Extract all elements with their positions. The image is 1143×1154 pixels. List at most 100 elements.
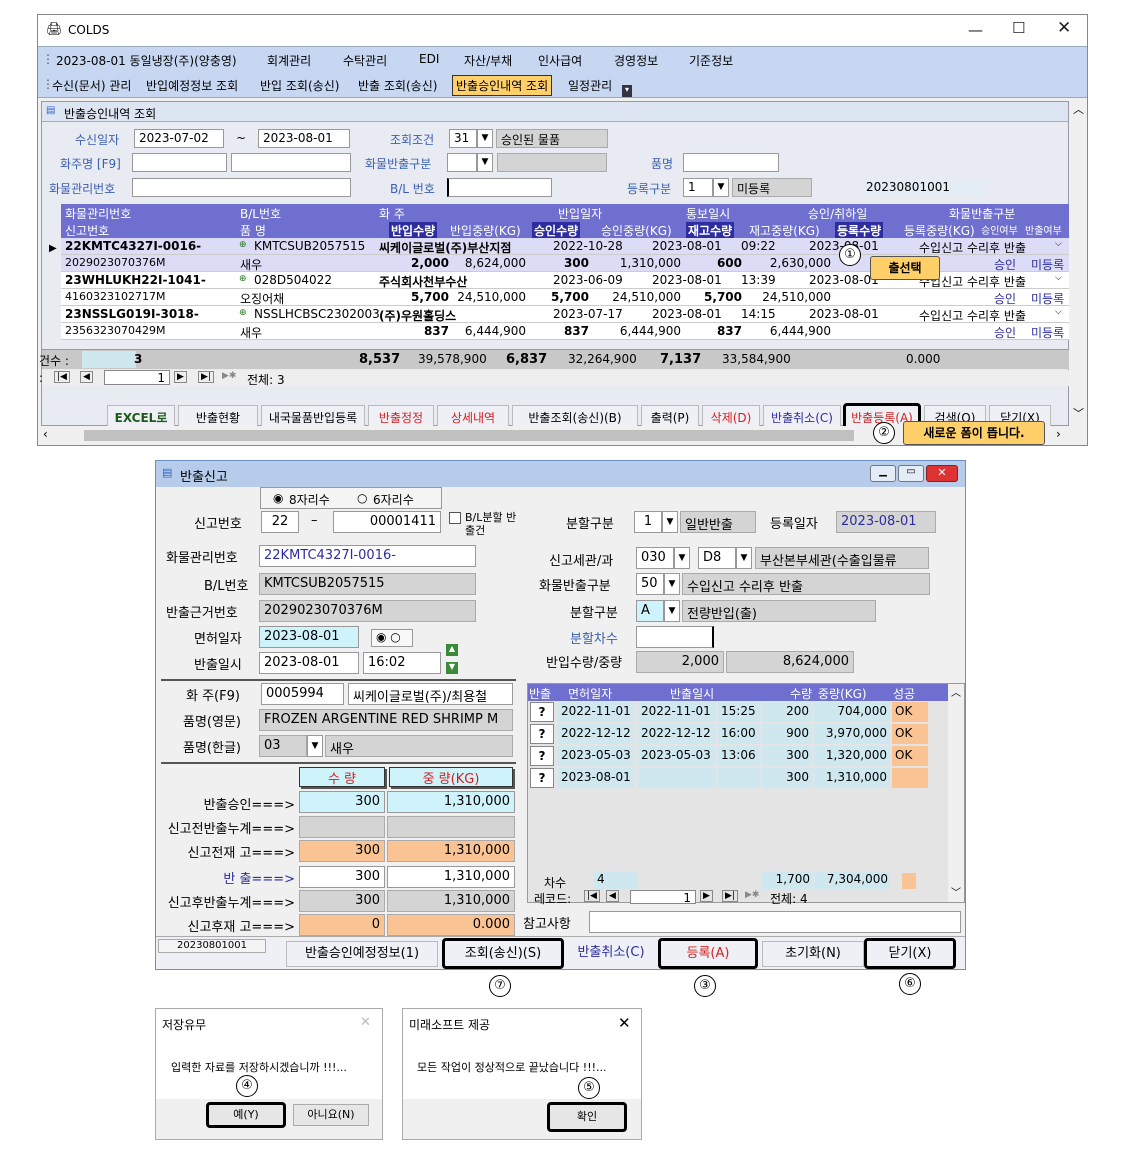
lookup-icon[interactable]: ⊕ [239,240,247,250]
scroll-right-icon[interactable]: › [1056,427,1061,441]
close-button[interactable]: ✕ [1057,18,1071,38]
record-number[interactable]: 1 [104,370,170,385]
help-button[interactable]: ? [530,724,554,744]
date-from-field[interactable]: 2023-07-02 [134,129,224,148]
tab-out-query[interactable]: 반출 조회(송신) [358,77,437,94]
menu-accounting[interactable]: 회계관리 [267,52,311,69]
chevron-down-icon[interactable]: ▾ [622,85,632,97]
table-row[interactable]: 4160323102717M 오징어채 5,700 24,510,000 5,700 24… [61,289,1069,306]
time-down-icon[interactable]: ▼ [446,662,458,674]
splitno-field[interactable] [636,626,714,648]
cargo-out-code-field[interactable] [447,153,477,172]
r4-wt[interactable]: 1,310,000 [387,866,515,888]
lookup-icon[interactable]: ⊕ [239,308,247,318]
first-record-icon[interactable]: |◀ [54,371,70,383]
scroll-down-icon[interactable]: ﹀ [951,884,961,899]
first-record-icon[interactable]: |◀ [584,890,600,902]
scroll-up-icon[interactable]: ︿ [1073,101,1084,117]
list-item[interactable]: ? 2022-11-01 2022-11-01 15:25 200 704,000 OK [528,702,948,723]
bl-field[interactable] [447,178,552,197]
bl-split-checkbox[interactable] [449,512,461,524]
help-button[interactable]: ? [530,746,554,766]
minimize-button[interactable]: ▁ [870,465,896,482]
outtype-code-field[interactable]: 50 [636,573,664,595]
close-icon[interactable]: ✕ [360,1015,371,1030]
radio-8-icon[interactable]: ◉ [273,491,283,505]
help-button[interactable]: ? [530,768,554,788]
query-send-button[interactable]: 조회(송신)(S) [442,938,564,969]
decl-a-field[interactable]: 22 [261,511,299,533]
chevron-down-icon[interactable]: ⌵ [1055,307,1062,317]
list-item[interactable]: ? 2022-12-12 2022-12-12 16:00 900 3,970,000 OK [528,724,948,745]
menu-mgmt[interactable]: 경영정보 [614,52,658,69]
tab-recv-docs[interactable]: 수신(문서) 관리 [52,77,131,94]
chevron-down-icon[interactable]: ▼ [713,178,729,197]
menu-assets[interactable]: 자산/부채 [464,52,512,69]
rec-page[interactable]: 1 [630,890,696,905]
chevron-down-icon[interactable]: ▼ [662,511,678,533]
list-item[interactable]: ? 2023-08-01 300 1,310,000 [528,768,948,789]
new-record-icon[interactable]: ▶✱ [222,371,236,381]
minimize-button[interactable]: — [968,21,983,39]
chevron-down-icon[interactable]: ▼ [477,153,493,172]
lookup-icon[interactable]: ⊕ [239,274,247,284]
maximize-button[interactable]: ☐ [1012,19,1025,37]
split-code-field[interactable]: 1 [634,511,662,533]
ok-button[interactable]: 확인 [547,1102,627,1132]
next-record-icon[interactable]: ▶ [700,890,713,902]
tab-out-approval[interactable]: 반출승인내역 조회 [452,75,553,96]
register-button[interactable]: 등록(A) [658,938,758,969]
chevron-down-icon[interactable]: ▼ [674,547,690,569]
maximize-button[interactable]: ▭ [898,465,924,482]
out-date-field[interactable]: 2023-08-01 [259,652,359,674]
list-item[interactable]: ? 2023-05-03 2023-05-03 13:06 300 1,320,000 OK [528,746,948,767]
lic-field[interactable]: 2023-08-01 [259,626,359,648]
reg-code-field[interactable]: 1 [683,178,713,197]
close-button[interactable]: ✕ [926,465,958,482]
close-form2-button[interactable]: 닫기(X) [864,938,956,969]
yes-button[interactable]: 예(Y) [206,1102,286,1128]
out-cancel-button[interactable]: 반출취소(C) [566,941,656,967]
tab-in-plan[interactable]: 반입예정정보 조회 [146,77,238,94]
next-record-icon[interactable]: ▶ [174,371,187,383]
table-row[interactable]: 22KMTC4327I-0016- KMTCSUB2057515 씨케이글로벌(주)… [61,238,1069,255]
memo-field[interactable] [589,911,961,933]
reset-button[interactable]: 초기화(N) [762,941,864,967]
approval-plan-button[interactable]: 반출승인예정정보(1) [286,941,438,967]
chevron-down-icon[interactable]: ▼ [307,735,323,757]
menu-hr[interactable]: 인사급여 [538,52,582,69]
chevron-down-icon[interactable]: ▼ [664,600,680,622]
vertical-scrollbar[interactable]: ︿ ﹀ [1069,101,1087,426]
customs-div-field[interactable]: D8 [698,547,736,569]
scroll-thumb[interactable] [84,430,854,441]
chevron-down-icon[interactable]: ▼ [477,129,493,148]
last-record-icon[interactable]: ▶| [198,371,214,383]
owner-name-field[interactable]: 씨케이글로벌(주)/최용철 [348,683,513,705]
scroll-up-icon[interactable]: ︿ [951,684,961,699]
scroll-left-icon[interactable]: ‹ [43,427,48,441]
table-row[interactable]: 2356323070429M 새우 837 6,444,900 837 6,444,900… [61,323,1069,340]
tab-in-query[interactable]: 반입 조회(송신) [260,77,339,94]
tab-schedule[interactable]: 일정관리 [568,77,612,94]
decl-b-field[interactable]: 00001411 [333,511,441,533]
customs-code-field[interactable]: 030 [636,547,674,569]
radio-6-icon[interactable]: ○ [357,491,367,505]
cargo-mgmt-field[interactable] [132,178,351,197]
chevron-down-icon[interactable]: ⌵ [1055,239,1062,249]
table-row[interactable]: 23NSSLG019I-3018- NSSLHCBSC2302003 (주)우원홀딩… [61,306,1069,323]
lic-radio-icon[interactable]: ◉ ○ [371,629,413,647]
owner-code-field[interactable] [132,153,227,172]
chevron-down-icon[interactable]: ⌵ [1055,273,1062,283]
split2-code-field[interactable]: A [636,600,664,622]
scroll-down-icon[interactable]: ﹀ [1073,405,1084,421]
owner-name-field[interactable] [231,153,351,172]
cond-code-field[interactable]: 31 [449,129,477,148]
mgmt-field[interactable]: 22KMTC4327I-0016- [259,545,476,567]
last-record-icon[interactable]: ▶| [722,890,738,902]
prev-record-icon[interactable]: ◀ [80,371,93,383]
time-up-icon[interactable]: ▲ [446,644,458,656]
menu-company[interactable]: 2023-08-01 동일냉장(주)(양충영) [56,52,237,69]
chevron-down-icon[interactable]: ▼ [736,547,752,569]
out-time-field[interactable]: 16:02 [363,652,441,674]
menu-consign[interactable]: 수탁관리 [343,52,387,69]
